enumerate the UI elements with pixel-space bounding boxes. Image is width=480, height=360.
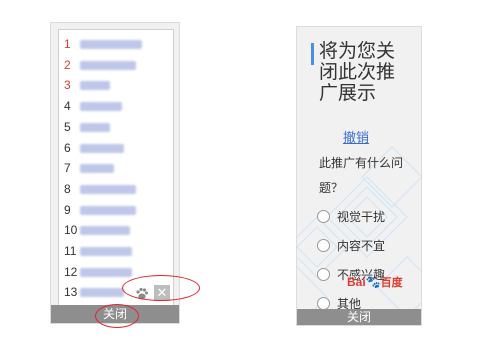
ad-link-blurred[interactable] [80,226,130,236]
baidu-logo: Bai🐾百度 [347,275,403,289]
ad-icons: ✕ [132,284,172,304]
feedback-panel: 将为您关闭此次推广展示 撤销 此推广有什么问题？ 视觉干扰 内容不宜 不感兴趣 … [296,26,422,326]
paw-icon[interactable] [134,286,150,302]
list-item-number: 8 [64,181,71,196]
option-label: 视觉干扰 [337,210,386,224]
list-item-number: 2 [64,57,71,72]
ad-link-blurred[interactable] [80,184,136,194]
list-item-number: 6 [64,140,71,155]
list-item-number: 12 [64,264,78,279]
list-item-number: 3 [64,78,71,93]
list-item[interactable]: 12 [64,264,132,280]
close-icon[interactable]: ✕ [154,285,170,301]
close-button[interactable]: 关闭 [51,305,179,323]
list-item[interactable]: 8 [64,181,136,197]
undo-link[interactable]: 撤销 [343,127,369,146]
radio-icon[interactable] [317,210,330,223]
list-item-number: 13 [64,285,78,300]
list-item-number: 9 [64,202,71,217]
ad-link-blurred[interactable] [80,60,136,70]
list-item[interactable]: 9 [64,202,136,218]
list-item[interactable]: 6 [64,140,124,156]
list-item-number: 7 [64,161,71,176]
list-item-number: 10 [64,223,78,238]
ad-list-panel: 1 2 3 4 5 6 7 8 9 10 11 12 13 ✕ 关闭 [50,22,180,324]
question-text: 此推广有什么问题？ [319,156,404,195]
panel-title: 将为您关闭此次推广展示 [319,41,396,104]
list-item[interactable]: 11 [64,243,132,259]
option-visual-interference[interactable]: 视觉干扰 [317,209,385,225]
list-item[interactable]: 1 [64,36,142,52]
list-item[interactable]: 13 [64,284,124,300]
ad-link-blurred[interactable] [80,267,132,277]
list-item-number: 1 [64,37,71,51]
list-item[interactable]: 2 [64,57,136,73]
radio-icon[interactable] [317,239,330,252]
list-item-number: 4 [64,99,71,114]
ad-link-blurred[interactable] [80,143,124,153]
ad-link-blurred[interactable] [80,40,142,49]
ad-link-blurred[interactable] [80,288,124,298]
option-inappropriate[interactable]: 内容不宜 [317,238,385,254]
list-item[interactable]: 4 [64,98,122,114]
paw-icon: 🐾 [365,275,381,289]
ad-link-blurred[interactable] [80,122,110,132]
ad-link-blurred[interactable] [80,102,122,112]
list-item[interactable]: 10 [64,222,130,238]
list-item-number: 5 [64,119,71,134]
option-label: 内容不宜 [337,239,386,253]
ad-link-blurred[interactable] [80,205,136,215]
list-item[interactable]: 5 [64,119,110,135]
title-accent [311,43,314,65]
list-item-number: 11 [64,244,77,258]
list-item[interactable]: 3 [64,77,110,93]
close-button[interactable]: 关闭 [297,309,421,325]
radio-icon[interactable] [317,268,330,281]
list-item[interactable]: 7 [64,160,114,176]
ad-link-blurred[interactable] [80,81,110,91]
ad-link-blurred[interactable] [80,247,132,256]
ad-list: 1 2 3 4 5 6 7 8 9 10 11 12 13 ✕ [58,29,174,307]
ad-link-blurred[interactable] [80,164,114,174]
